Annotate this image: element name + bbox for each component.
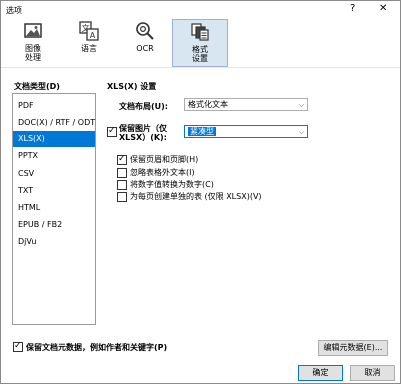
list-item-txt[interactable]: TXT	[13, 183, 95, 199]
image-quality-select[interactable]: 紧凑型 ⌵	[184, 125, 308, 138]
keep-metadata-label: 保留文档元数据，例如作者和关键字(P)	[26, 343, 168, 352]
option-label-separate-sheets: 为每页创建单独的表 (仅限 XLSX)(V)	[130, 192, 262, 201]
option-checkbox-separate-sheets[interactable]	[117, 192, 127, 202]
option-label-ignore-text: 忽略表格外文本(I)	[130, 168, 195, 177]
cancel-button[interactable]: 取消	[350, 365, 395, 381]
chevron-down-icon: ⌵	[298, 101, 304, 109]
document-layout-value: 格式化文本	[188, 100, 228, 109]
document-type-heading: 文档类型(D)	[14, 82, 60, 91]
ocr-magnifier-icon	[136, 22, 154, 40]
options-dialog: 选项 ? ✕ 图像 处理 文 A 语言 OCR 格式 设置 文档类型(D) PD…	[0, 0, 401, 384]
tab-ocr[interactable]: OCR	[125, 19, 165, 67]
check-icon: ✓	[14, 341, 22, 351]
tab-image-processing[interactable]: 图像 处理	[13, 19, 53, 67]
image-quality-value: 紧凑型	[188, 127, 216, 136]
toolbar-divider	[1, 67, 400, 68]
ok-button[interactable]: 确定	[298, 365, 343, 381]
tab-label: 格式 设置	[192, 45, 208, 63]
tab-label: 图像 处理	[25, 44, 41, 62]
tab-language[interactable]: 文 A 语言	[69, 19, 109, 67]
option-checkbox-convert-numbers[interactable]	[117, 180, 127, 190]
svg-text:A: A	[90, 31, 96, 40]
keep-images-checkbox[interactable]: ✓	[107, 126, 117, 137]
format-settings-icon	[191, 23, 209, 41]
document-layout-label: 文档布局(U):	[119, 102, 169, 111]
tab-format-settings[interactable]: 格式 设置	[172, 19, 228, 67]
list-item-epub[interactable]: EPUB / FB2	[13, 217, 95, 233]
check-icon: ✓	[118, 154, 126, 164]
document-layout-select[interactable]: 格式化文本 ⌵	[184, 98, 308, 111]
category-toolbar: 图像 处理 文 A 语言 OCR 格式 设置	[1, 19, 400, 67]
tab-label: 语言	[81, 44, 97, 53]
keep-images-label: 保留图片（仅 XLSX）(K):	[119, 124, 167, 142]
edit-metadata-button[interactable]: 编辑元数据(E)...	[318, 340, 388, 356]
option-label-convert-numbers: 将数字值转换为数字(C)	[130, 180, 214, 189]
list-item-pptx[interactable]: PPTX	[13, 148, 95, 164]
close-button[interactable]: ✕	[379, 3, 387, 14]
dialog-title: 选项	[6, 6, 22, 15]
list-item-csv[interactable]: CSV	[13, 166, 95, 182]
list-item-xls[interactable]: XLS(X)	[13, 131, 95, 147]
list-item-djvu[interactable]: DjVu	[13, 234, 95, 250]
language-icon: 文 A	[79, 21, 99, 41]
list-item-pdf[interactable]: PDF	[13, 98, 95, 114]
document-type-list[interactable]: PDF DOC(X) / RTF / ODT XLS(X) PPTX CSV T…	[12, 93, 96, 325]
option-checkbox-header-footer[interactable]: ✓	[117, 154, 127, 165]
chevron-down-icon: ⌵	[298, 128, 304, 136]
xls-settings-heading: XLS(X) 设置	[107, 82, 157, 91]
keep-metadata-checkbox[interactable]: ✓	[13, 341, 23, 352]
title-bar: 选项 ? ✕	[1, 1, 400, 19]
option-label-header-footer: 保留页眉和页脚(H)	[130, 155, 199, 164]
option-checkbox-ignore-text[interactable]	[117, 168, 127, 178]
image-processing-icon	[24, 23, 42, 38]
tab-label: OCR	[136, 44, 154, 53]
help-button[interactable]: ?	[350, 3, 355, 14]
list-item-doc[interactable]: DOC(X) / RTF / ODT	[13, 115, 95, 131]
check-icon: ✓	[108, 126, 116, 136]
list-item-html[interactable]: HTML	[13, 200, 95, 216]
